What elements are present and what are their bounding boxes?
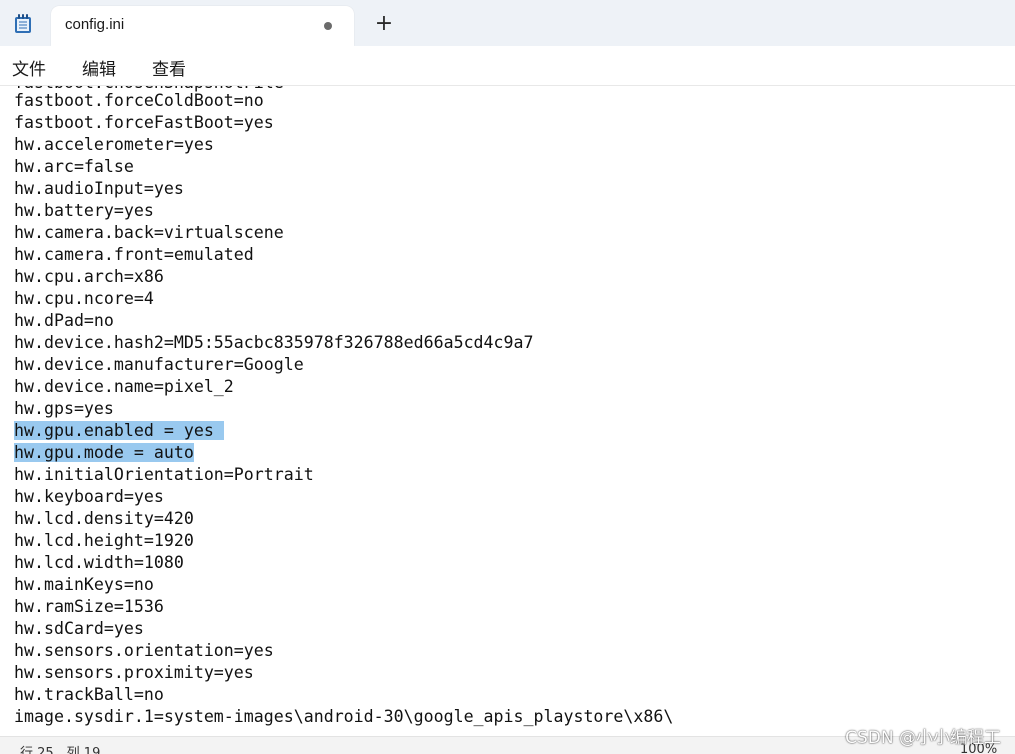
line-text: image.sysdir.1=system-images\android-30\… [14, 707, 674, 726]
editor-line: hw.sensors.proximity=yes [14, 662, 254, 684]
editor-line: hw.sdCard=yes [14, 618, 144, 640]
menu-file[interactable]: 文件 [12, 55, 46, 80]
tab-title: config.ini [65, 16, 125, 33]
editor-line: hw.sensors.orientation=yes [14, 640, 274, 662]
line-text: hw.device.name=pixel_2 [14, 377, 234, 396]
line-text: hw.lcd.height=1920 [14, 531, 194, 550]
new-tab-button[interactable]: + [372, 12, 396, 36]
menu-view[interactable]: 查看 [152, 55, 186, 80]
notepad-icon [15, 14, 31, 33]
line-text: hw.keyboard=yes [14, 487, 164, 506]
selected-text: hw.gpu.mode = auto [14, 443, 194, 462]
selected-text: hw.gpu.enabled = yes [14, 421, 224, 440]
editor-line: hw.trackBall=no [14, 684, 164, 706]
editor-line: hw.lcd.height=1920 [14, 530, 194, 552]
editor-line: hw.camera.back=virtualscene [14, 222, 284, 244]
title-bar: config.ini + [0, 0, 1015, 46]
editor-line: hw.audioInput=yes [14, 178, 184, 200]
editor-line: hw.lcd.width=1080 [14, 552, 184, 574]
editor-line: hw.cpu.arch=x86 [14, 266, 164, 288]
tab-config-ini[interactable]: config.ini [51, 6, 354, 46]
text-editor[interactable]: fastboot.chosenSnapshotFile= fastboot.fo… [0, 86, 1015, 736]
line-text: hw.camera.front=emulated [14, 245, 254, 264]
editor-line: hw.mainKeys=no [14, 574, 154, 596]
editor-line: hw.ramSize=1536 [14, 596, 164, 618]
editor-line: hw.dPad=no [14, 310, 114, 332]
editor-line: hw.gps=yes [14, 398, 114, 420]
line-text: hw.device.manufacturer=Google [14, 355, 304, 374]
editor-line: hw.lcd.density=420 [14, 508, 194, 530]
line-text: hw.accelerometer=yes [14, 135, 214, 154]
line-text: hw.sensors.proximity=yes [14, 663, 254, 682]
line-text: hw.cpu.arch=x86 [14, 267, 164, 286]
editor-line: hw.keyboard=yes [14, 486, 164, 508]
cursor-position: 行 25，列 19 [20, 746, 101, 754]
editor-line: fastboot.forceFastBoot=yes [14, 112, 274, 134]
line-text: hw.gps=yes [14, 399, 114, 418]
line-text: hw.lcd.width=1080 [14, 553, 184, 572]
line-text: hw.initialOrientation=Portrait [14, 465, 314, 484]
editor-line: hw.accelerometer=yes [14, 134, 214, 156]
editor-line: hw.device.hash2=MD5:55acbc835978f326788e… [14, 332, 534, 354]
line-text: hw.mainKeys=no [14, 575, 154, 594]
notepad-window: config.ini + 文件 编辑 查看 fastboot.chosenSna… [0, 0, 1015, 754]
line-text: hw.dPad=no [14, 311, 114, 330]
unsaved-dot-icon[interactable] [324, 22, 332, 30]
editor-line: hw.gpu.enabled = yes [14, 420, 224, 442]
editor-line: hw.camera.front=emulated [14, 244, 254, 266]
line-text: hw.ramSize=1536 [14, 597, 164, 616]
line-text: hw.sensors.orientation=yes [14, 641, 274, 660]
line-text: hw.device.hash2=MD5:55acbc835978f326788e… [14, 333, 534, 352]
line-text: fastboot.forceFastBoot=yes [14, 113, 274, 132]
watermark: CSDN @小小编程工 [845, 728, 1001, 748]
editor-line: hw.arc=false [14, 156, 134, 178]
editor-line: hw.gpu.mode = auto [14, 442, 194, 464]
menu-edit[interactable]: 编辑 [82, 55, 116, 80]
editor-line: fastboot.forceColdBoot=no [14, 90, 264, 112]
line-text: hw.sdCard=yes [14, 619, 144, 638]
line-text: fastboot.forceColdBoot=no [14, 91, 264, 110]
editor-line: hw.cpu.ncore=4 [14, 288, 154, 310]
menu-bar: 文件 编辑 查看 [0, 46, 1015, 86]
line-text: hw.cpu.ncore=4 [14, 289, 154, 308]
editor-line: hw.initialOrientation=Portrait [14, 464, 314, 486]
line-text: hw.arc=false [14, 157, 134, 176]
line-text: hw.battery=yes [14, 201, 154, 220]
line-text: hw.camera.back=virtualscene [14, 223, 284, 242]
line-text: hw.lcd.density=420 [14, 509, 194, 528]
line-text: hw.audioInput=yes [14, 179, 184, 198]
editor-line: hw.battery=yes [14, 200, 154, 222]
editor-line: hw.device.name=pixel_2 [14, 376, 234, 398]
line-text: hw.trackBall=no [14, 685, 164, 704]
editor-line: hw.device.manufacturer=Google [14, 354, 304, 376]
editor-line: image.sysdir.1=system-images\android-30\… [14, 706, 673, 728]
